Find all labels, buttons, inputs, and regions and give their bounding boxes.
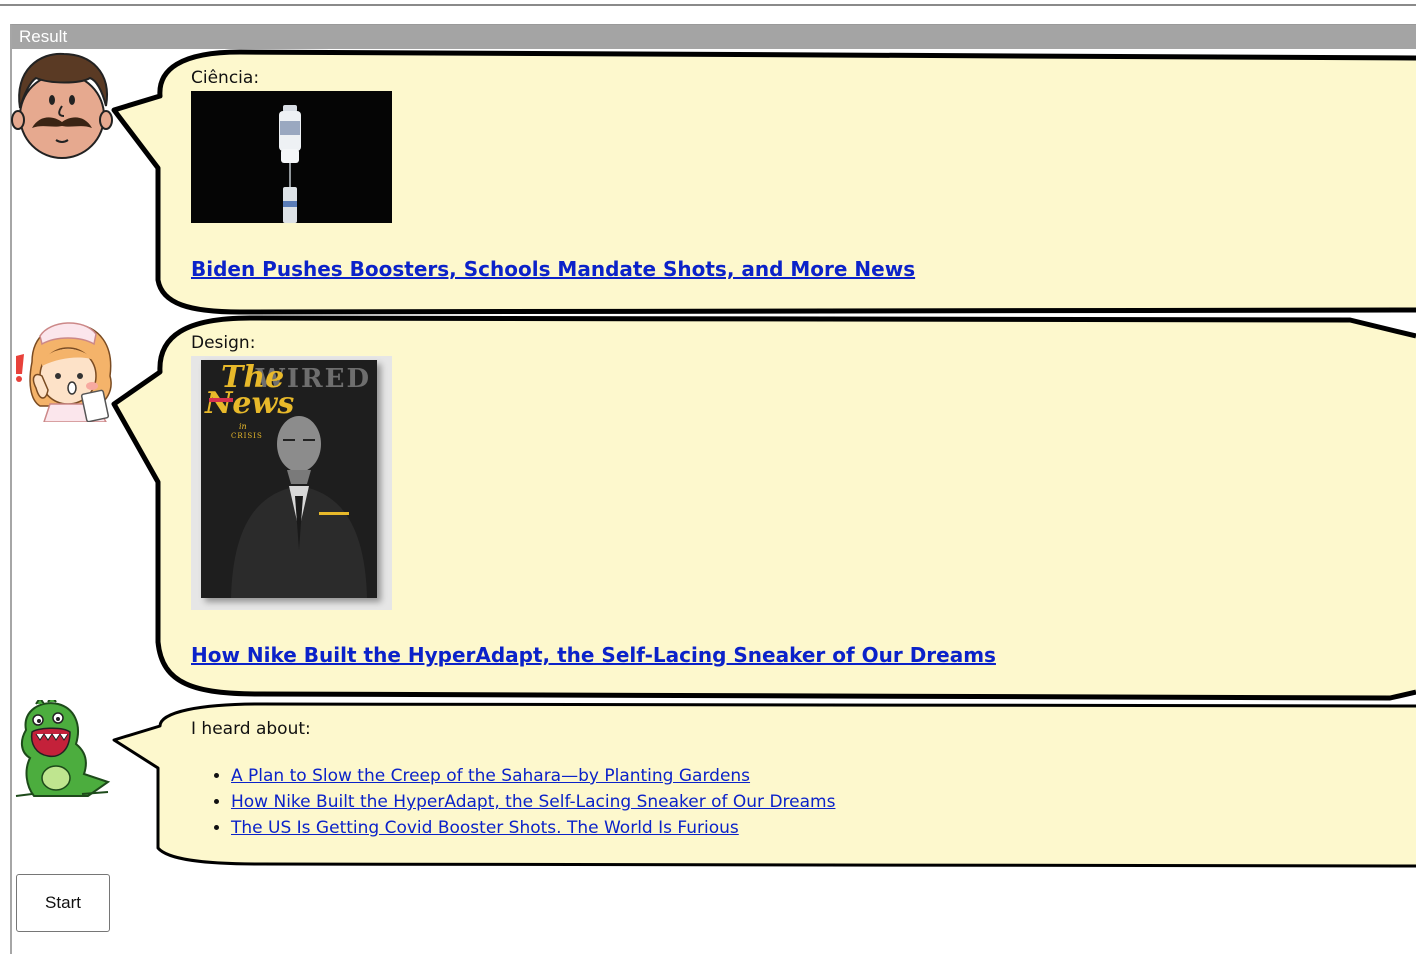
message-3: I heard about: A Plan to Slow the Creep …	[191, 719, 835, 841]
category-label: Design:	[191, 333, 256, 353]
heard-about-list: A Plan to Slow the Creep of the Sahara—b…	[191, 763, 835, 841]
list-item: The US Is Getting Covid Booster Shots. T…	[231, 815, 835, 841]
magazine-cover-image: WIRED The News in CRISIS	[191, 356, 392, 610]
article-link[interactable]: The US Is Getting Covid Booster Shots. T…	[231, 818, 739, 838]
article-link[interactable]: A Plan to Slow the Creep of the Sahara—b…	[231, 766, 750, 786]
list-item: How Nike Built the HyperAdapt, the Self-…	[231, 789, 835, 815]
article-link[interactable]: How Nike Built the HyperAdapt, the Self-…	[231, 792, 835, 812]
nurse-avatar-icon	[16, 322, 112, 422]
green-dinosaur-avatar-icon	[15, 700, 111, 797]
list-item: A Plan to Slow the Creep of the Sahara—b…	[231, 763, 835, 789]
message-1: Ciência: Biden Pushes Boosters, Schools …	[191, 68, 915, 281]
mustache-man-avatar-icon	[11, 52, 113, 159]
vaccine-photo	[191, 91, 915, 223]
start-button[interactable]: Start	[16, 874, 110, 932]
message-2: Design: WIRED The News in CRISIS How Nik…	[191, 333, 996, 667]
headline-link[interactable]: How Nike Built the HyperAdapt, the Self-…	[191, 643, 996, 667]
category-label: Ciência:	[191, 68, 260, 88]
panel-title: Result	[12, 25, 1416, 49]
headline-link[interactable]: Biden Pushes Boosters, Schools Mandate S…	[191, 257, 915, 281]
heard-about-label: I heard about:	[191, 719, 311, 739]
top-divider	[0, 4, 1416, 6]
